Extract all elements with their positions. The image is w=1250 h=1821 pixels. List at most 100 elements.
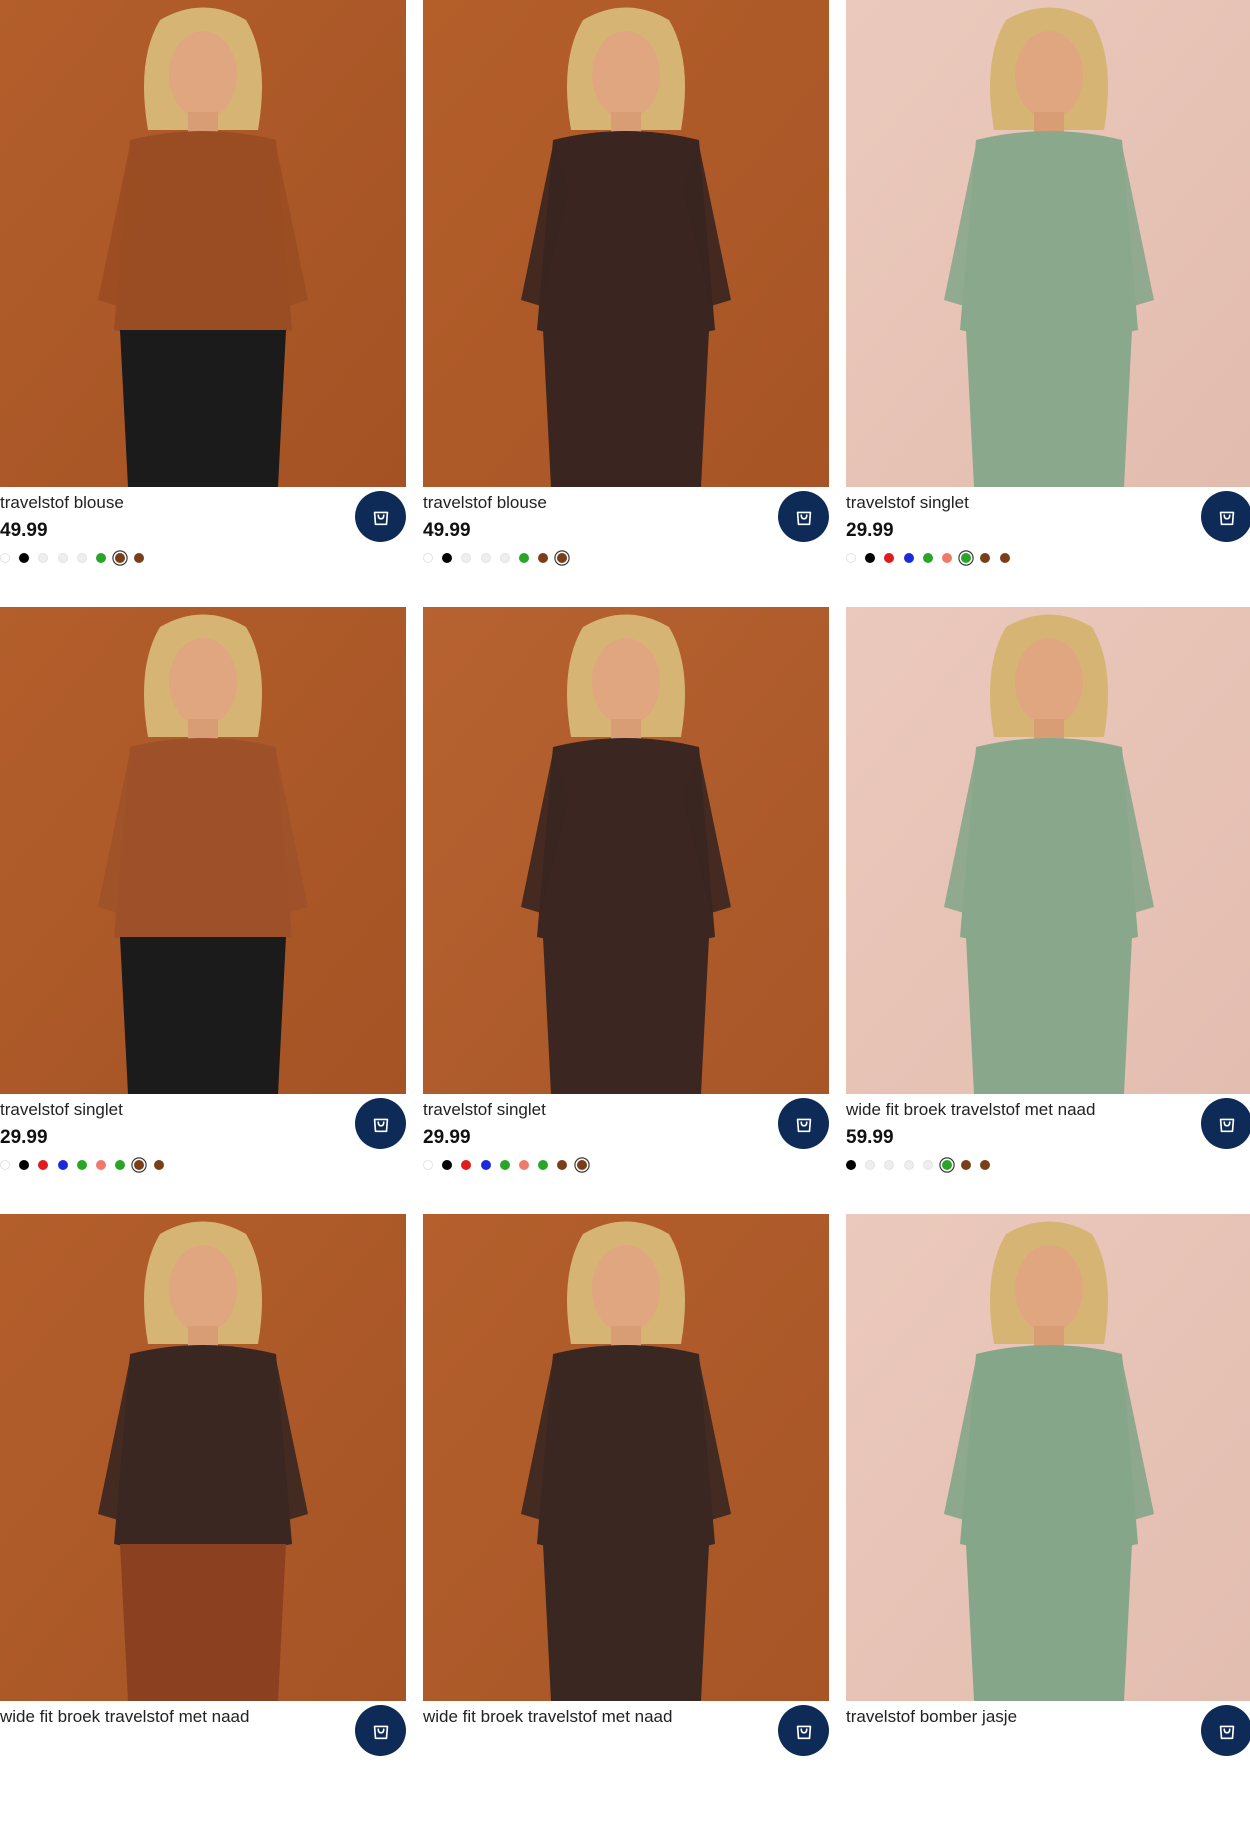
add-to-cart-button[interactable]	[1201, 1705, 1250, 1756]
color-swatch[interactable]	[38, 553, 49, 563]
product-name[interactable]: travelstof singlet	[846, 493, 969, 513]
color-swatch[interactable]	[865, 1160, 876, 1170]
color-swatch[interactable]	[980, 553, 991, 563]
color-swatch[interactable]	[38, 1160, 49, 1170]
color-swatch[interactable]	[518, 1160, 529, 1170]
color-swatch[interactable]	[461, 553, 472, 563]
model-photo-icon	[846, 1214, 1250, 1701]
color-swatch[interactable]	[941, 553, 952, 563]
color-swatch[interactable]	[57, 1160, 68, 1170]
color-swatch[interactable]	[19, 553, 30, 563]
color-swatches	[0, 1160, 173, 1170]
color-swatch[interactable]	[922, 1160, 933, 1170]
color-swatch[interactable]	[423, 1160, 433, 1170]
color-swatch[interactable]	[480, 1160, 491, 1170]
color-swatch[interactable]	[903, 553, 914, 563]
product-card[interactable]: wide fit broek travelstof met naad 59.99	[846, 607, 1250, 1214]
add-to-cart-button[interactable]	[355, 1705, 406, 1756]
color-swatch[interactable]	[865, 553, 876, 563]
color-swatch[interactable]	[538, 1160, 549, 1170]
product-name[interactable]: travelstof blouse	[423, 493, 547, 513]
product-card[interactable]: travelstof singlet 29.99	[423, 607, 829, 1214]
product-photo[interactable]	[0, 607, 406, 1094]
product-card[interactable]: travelstof blouse 49.99	[423, 0, 829, 607]
color-swatch[interactable]	[518, 553, 529, 563]
product-photo[interactable]	[423, 0, 829, 487]
add-to-cart-button[interactable]	[1201, 491, 1250, 542]
product-card[interactable]: wide fit broek travelstof met naad	[423, 1214, 829, 1821]
product-name[interactable]: wide fit broek travelstof met naad	[846, 1100, 1095, 1120]
product-photo[interactable]	[423, 607, 829, 1094]
color-swatch[interactable]	[423, 553, 433, 563]
shopping-bag-icon	[1219, 1118, 1234, 1132]
product-photo[interactable]	[846, 607, 1250, 1094]
product-card[interactable]: travelstof blouse 49.99	[0, 0, 406, 607]
color-swatches	[423, 1160, 596, 1170]
product-card[interactable]: travelstof bomber jasje	[846, 1214, 1250, 1821]
color-swatch[interactable]	[76, 1160, 87, 1170]
product-name[interactable]: wide fit broek travelstof met naad	[423, 1707, 672, 1727]
add-to-cart-button[interactable]	[778, 1098, 829, 1149]
product-photo[interactable]	[0, 0, 406, 487]
color-swatch[interactable]	[134, 553, 145, 563]
color-swatch[interactable]	[846, 553, 856, 563]
product-name[interactable]: travelstof blouse	[0, 493, 124, 513]
product-name[interactable]: travelstof bomber jasje	[846, 1707, 1017, 1727]
color-swatch[interactable]	[19, 1160, 30, 1170]
color-swatch[interactable]	[57, 553, 68, 563]
color-swatch[interactable]	[442, 553, 453, 563]
product-photo[interactable]	[0, 1214, 406, 1701]
color-swatch[interactable]	[941, 1160, 952, 1170]
color-swatch[interactable]	[499, 553, 510, 563]
color-swatch[interactable]	[76, 553, 87, 563]
add-to-cart-button[interactable]	[1201, 1098, 1250, 1149]
color-swatch[interactable]	[461, 1160, 472, 1170]
product-photo[interactable]	[846, 1214, 1250, 1701]
model-photo-icon	[0, 1214, 406, 1701]
product-info: wide fit broek travelstof met naad 59.99	[846, 1094, 1250, 1214]
product-price: 49.99	[423, 520, 471, 541]
color-swatch[interactable]	[846, 1160, 856, 1170]
color-swatch[interactable]	[884, 553, 895, 563]
color-swatch[interactable]	[557, 553, 568, 563]
add-to-cart-button[interactable]	[778, 1705, 829, 1756]
product-name[interactable]: wide fit broek travelstof met naad	[0, 1707, 249, 1727]
add-to-cart-button[interactable]	[355, 491, 406, 542]
color-swatch[interactable]	[95, 1160, 106, 1170]
product-name[interactable]: travelstof singlet	[0, 1100, 123, 1120]
product-photo[interactable]	[846, 0, 1250, 487]
color-swatch[interactable]	[95, 553, 106, 563]
color-swatch[interactable]	[884, 1160, 895, 1170]
color-swatches	[846, 553, 1019, 563]
color-swatch[interactable]	[134, 1160, 145, 1170]
color-swatch[interactable]	[922, 553, 933, 563]
color-swatch[interactable]	[480, 553, 491, 563]
color-swatch[interactable]	[442, 1160, 453, 1170]
color-swatch[interactable]	[980, 1160, 991, 1170]
product-price: 29.99	[0, 1127, 48, 1148]
color-swatch[interactable]	[538, 553, 549, 563]
color-swatch[interactable]	[961, 1160, 972, 1170]
product-name[interactable]: travelstof singlet	[423, 1100, 546, 1120]
product-info: wide fit broek travelstof met naad	[0, 1701, 406, 1821]
color-swatch[interactable]	[499, 1160, 510, 1170]
shopping-bag-icon	[796, 511, 811, 525]
color-swatch[interactable]	[903, 1160, 914, 1170]
color-swatch[interactable]	[557, 1160, 568, 1170]
color-swatch[interactable]	[961, 553, 972, 563]
product-card[interactable]: travelstof singlet 29.99	[846, 0, 1250, 607]
color-swatch[interactable]	[153, 1160, 164, 1170]
product-photo[interactable]	[423, 1214, 829, 1701]
product-grid: travelstof blouse 49.99 travelstof blouse 4…	[0, 0, 1250, 1756]
color-swatch[interactable]	[0, 553, 10, 563]
color-swatch[interactable]	[576, 1160, 587, 1170]
color-swatch[interactable]	[115, 553, 126, 563]
add-to-cart-button[interactable]	[778, 491, 829, 542]
color-swatch[interactable]	[0, 1160, 10, 1170]
product-card[interactable]: wide fit broek travelstof met naad	[0, 1214, 406, 1821]
color-swatch[interactable]	[115, 1160, 126, 1170]
model-photo-icon	[423, 607, 829, 1094]
add-to-cart-button[interactable]	[355, 1098, 406, 1149]
color-swatch[interactable]	[999, 553, 1010, 563]
product-card[interactable]: travelstof singlet 29.99	[0, 607, 406, 1214]
